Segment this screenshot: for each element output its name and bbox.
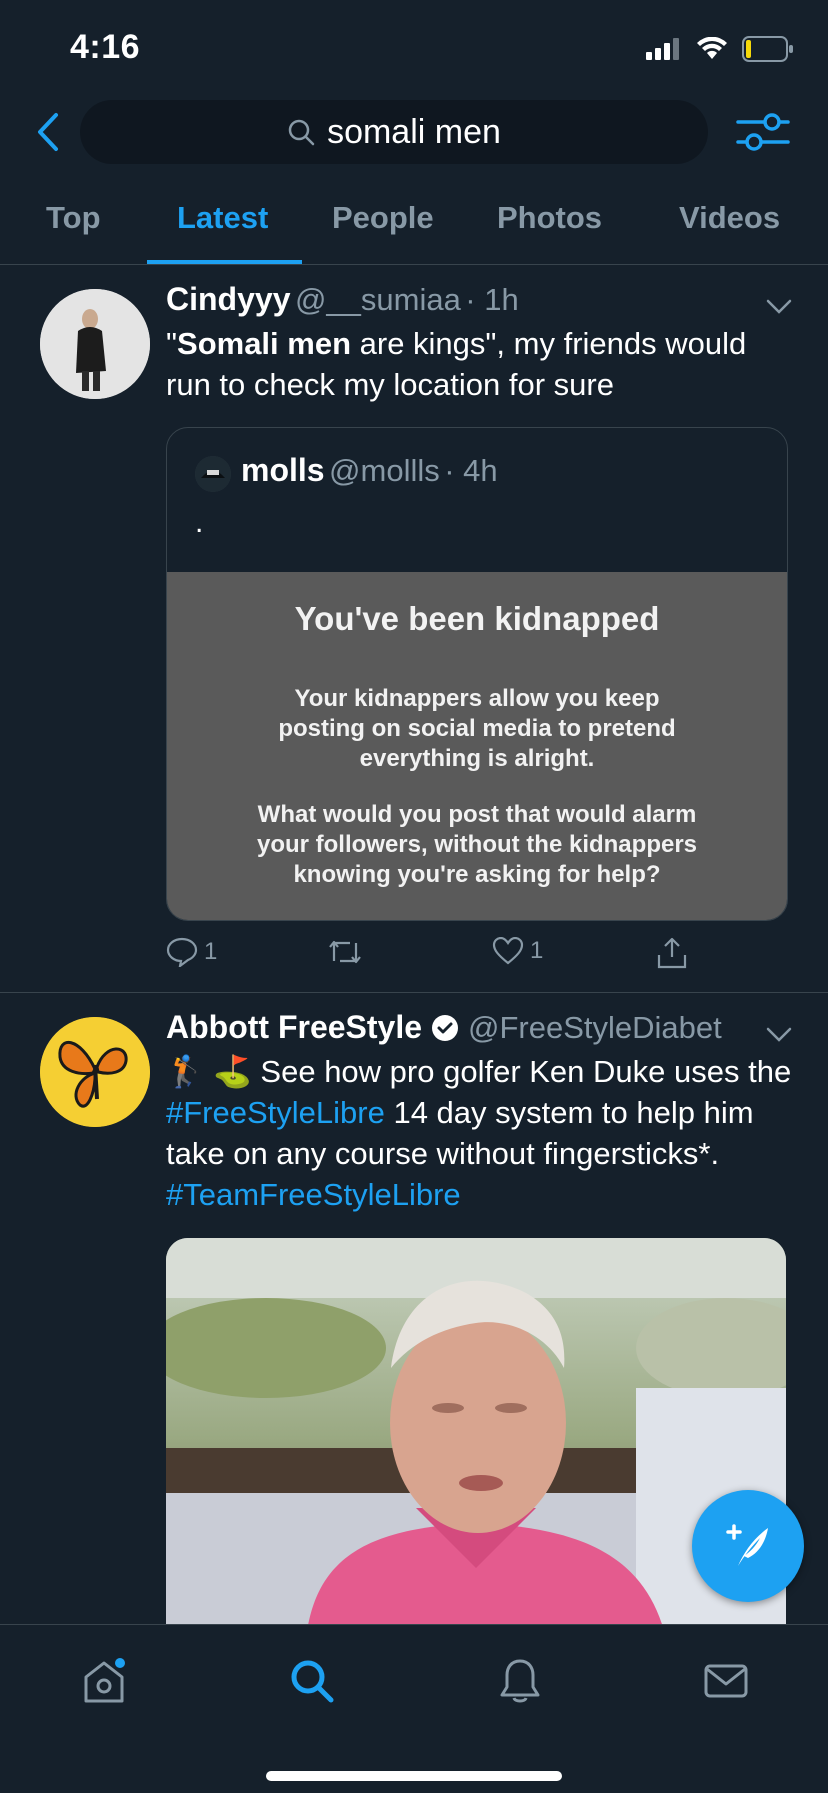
nav-messages[interactable] <box>698 1653 754 1709</box>
golf-emoji: 🏌 ⛳ <box>166 1054 252 1089</box>
share-icon <box>657 937 687 969</box>
hashtag-link[interactable]: #FreeStyleLibre <box>166 1095 385 1130</box>
quote-header: molls @mollls · 4h <box>241 452 498 489</box>
quote-image-body: Your kidnappers allow you keep posting o… <box>278 685 676 772</box>
avatar-image <box>40 289 150 399</box>
bottom-navigation <box>0 1624 828 1793</box>
tweet-header: Abbott FreeStyle @FreeStyleDiabet <box>166 1009 722 1046</box>
avatar[interactable] <box>40 1017 150 1127</box>
notifications-bell-icon <box>500 1659 540 1703</box>
chevron-left-icon <box>38 113 58 151</box>
verified-badge-icon <box>432 1014 459 1041</box>
retweet-icon <box>329 940 361 964</box>
search-tabs: Top Latest People Photos Videos <box>0 190 828 264</box>
video-thumbnail[interactable] <box>166 1238 786 1624</box>
reply-count: 1 <box>204 938 218 965</box>
messages-envelope-icon <box>704 1664 748 1698</box>
quote-time: · 4h <box>444 453 498 488</box>
tweet-header: Cindyyy @__sumiaa · 1h <box>166 281 519 318</box>
reply-button[interactable]: 1 <box>166 937 217 967</box>
heart-icon <box>492 937 524 965</box>
retweet-button[interactable] <box>326 937 364 967</box>
tweet-time: · 1h <box>465 282 519 317</box>
search-input[interactable]: somali men <box>80 100 708 164</box>
search-filter-button[interactable] <box>736 108 790 156</box>
user-name[interactable]: Cindyyy <box>166 281 290 317</box>
video-frame <box>166 1238 786 1624</box>
tweet-actions: 1 1 <box>166 937 786 973</box>
battery-icon <box>742 36 793 62</box>
tab-photos[interactable]: Photos <box>497 200 602 236</box>
sliders-icon <box>736 113 790 151</box>
nav-notifications[interactable] <box>492 1653 548 1709</box>
chevron-down-icon <box>766 299 792 314</box>
quoted-tweet[interactable]: molls @mollls · 4h . You've been kidnapp… <box>166 427 788 921</box>
user-name[interactable]: Abbott FreeStyle <box>166 1009 422 1046</box>
share-button[interactable] <box>656 937 688 969</box>
search-icon <box>288 119 315 146</box>
wifi-icon <box>697 37 727 59</box>
quote-image-body: What would you post that would alarm you… <box>256 801 698 888</box>
home-icon <box>84 1658 125 1703</box>
back-button[interactable] <box>28 110 68 154</box>
avatar[interactable] <box>40 289 150 399</box>
tweet-menu-button[interactable] <box>766 1027 792 1048</box>
tab-people[interactable]: People <box>332 200 434 236</box>
nav-home[interactable] <box>76 1653 132 1709</box>
chevron-down-icon <box>766 1027 792 1042</box>
status-time: 4:16 <box>70 28 141 66</box>
quote-image[interactable]: You've been kidnapped Your kidnappers al… <box>167 572 787 920</box>
tweet[interactable]: Cindyyy @__sumiaa · 1h "Somali men are k… <box>0 265 828 992</box>
home-indicator[interactable] <box>266 1771 562 1781</box>
cellular-signal-icon <box>646 38 679 60</box>
like-count: 1 <box>530 937 544 964</box>
tweet-text-bold: Somali men <box>177 326 352 361</box>
status-icons <box>646 36 794 62</box>
quote-image-title: You've been kidnapped <box>294 600 660 637</box>
tab-top[interactable]: Top <box>46 200 101 236</box>
quote-user-name: molls <box>241 452 325 488</box>
tweet-text-part: See how pro golfer Ken Duke uses the <box>251 1054 792 1089</box>
tweet-text: "Somali men are kings", my friends would… <box>166 323 786 405</box>
compose-tweet-button[interactable] <box>692 1490 804 1602</box>
hashtag-link[interactable]: #TeamFreeStyleLibre <box>166 1177 461 1212</box>
tab-latest[interactable]: Latest <box>177 200 268 236</box>
reply-icon <box>166 937 198 967</box>
tweet-text-part: " <box>166 326 178 361</box>
search-icon <box>291 1660 334 1703</box>
butterfly-logo-icon <box>40 1017 150 1127</box>
quote-text: . <box>195 506 204 539</box>
nav-search[interactable] <box>284 1653 340 1709</box>
user-handle: @FreeStyleDiabet <box>468 1009 722 1045</box>
tweet-text: 🏌 ⛳ See how pro golfer Ken Duke uses the… <box>166 1051 796 1215</box>
tweet-menu-button[interactable] <box>766 299 792 320</box>
quote-user-handle: @mollls <box>329 453 440 488</box>
tab-videos[interactable]: Videos <box>679 200 780 236</box>
compose-tweet-icon <box>726 1524 768 1566</box>
search-query: somali men <box>327 112 501 151</box>
like-button[interactable]: 1 <box>492 937 543 965</box>
user-handle: @__sumiaa <box>294 282 461 317</box>
quote-avatar <box>195 456 231 492</box>
